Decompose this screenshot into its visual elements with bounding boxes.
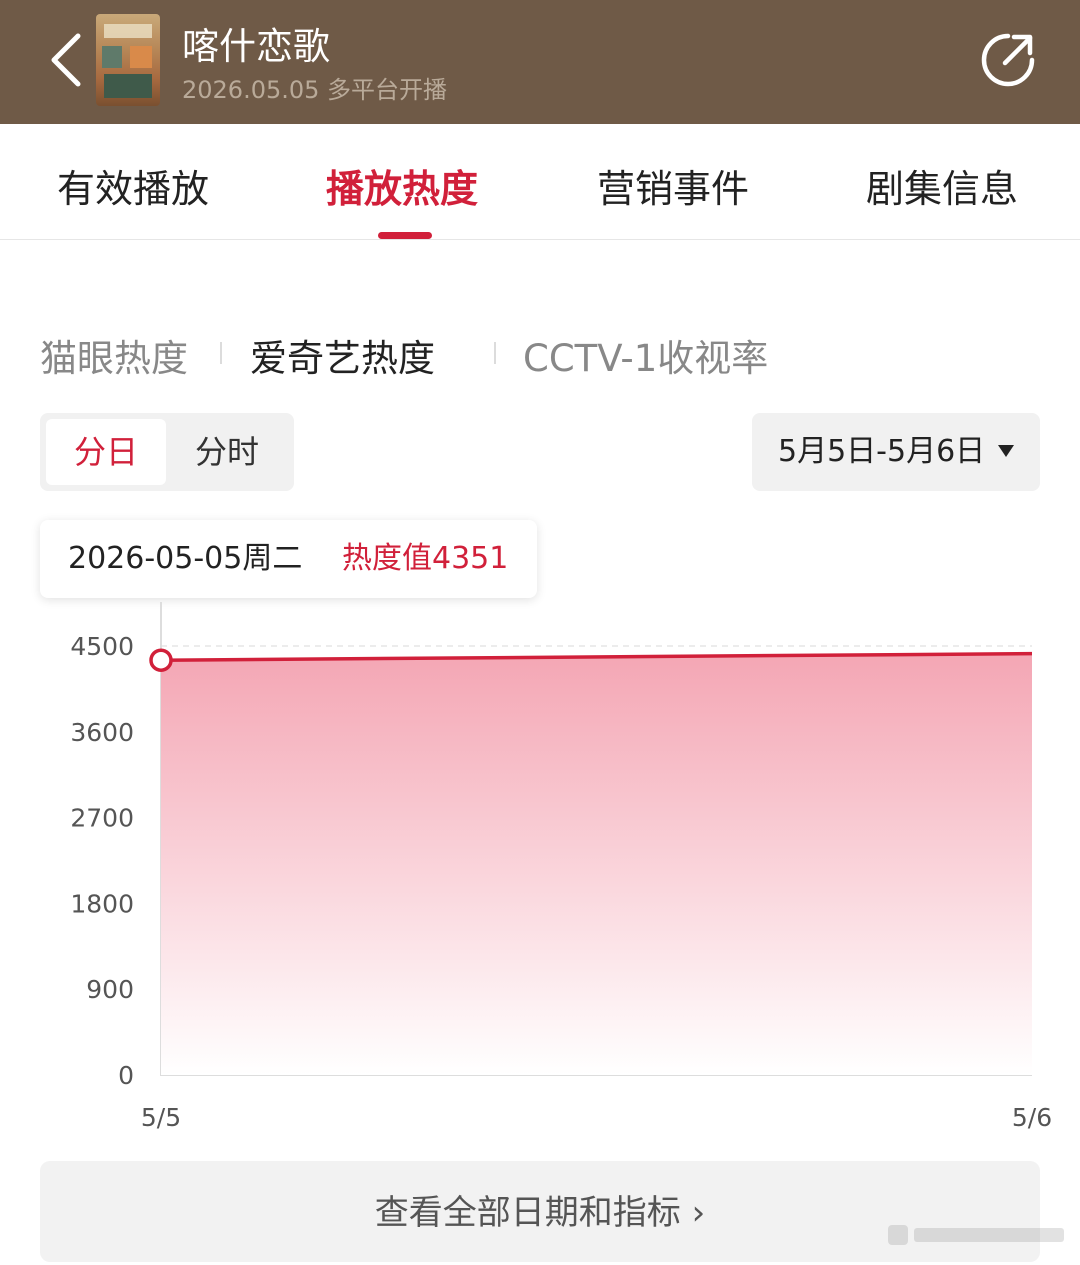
chevron-left-icon[interactable] [44,30,94,90]
subtab-iqiyi-heat[interactable]: 爱奇艺热度 [250,328,435,382]
watermark-logo [888,1225,1064,1245]
date-range-label: 5月5日-5月6日 [778,434,986,469]
source-tabs: 猫眼热度 爱奇艺热度 CCTV-1收视率 [0,328,1080,380]
heat-area-chart[interactable]: 0 900 1800 2700 3600 4500 5/5 5/6 [0,598,1080,1148]
caret-down-icon [998,445,1014,457]
daily-option[interactable]: 分日 [46,419,166,485]
y-tick-label: 0 [118,1061,134,1090]
main-tabs: 有效播放 播放热度 营销事件 剧集信息 [0,124,1080,240]
tab-marketing-events[interactable]: 营销事件 [597,158,749,213]
active-tab-indicator [378,232,432,239]
tooltip-value: 热度值4351 [342,541,509,576]
date-range-dropdown[interactable]: 5月5日-5月6日 [752,413,1040,491]
drama-title: 喀什恋歌 [182,25,330,68]
y-tick-label: 900 [86,975,134,1004]
chart-tooltip: 2026-05-05周二 热度值4351 [40,520,537,598]
subtab-maoyan-heat[interactable]: 猫眼热度 [40,328,188,382]
divider [220,342,222,364]
drama-poster[interactable] [96,14,160,106]
x-tick-label: 5/5 [141,1103,181,1132]
tab-play-heat[interactable]: 播放热度 [326,158,478,213]
view-all-dates-label: 查看全部日期和指标 › [374,1193,706,1233]
app-header: 喀什恋歌 2026.05.05 多平台开播 [0,0,1080,124]
share-icon[interactable] [978,30,1038,90]
tab-episode-info[interactable]: 剧集信息 [866,158,1018,213]
y-tick-label: 1800 [70,889,134,918]
subtab-cctv1-rating[interactable]: CCTV-1收视率 [523,328,768,382]
tab-effective-play[interactable]: 有效播放 [57,158,209,213]
drama-subtitle: 2026.05.05 多平台开播 [182,76,448,104]
tooltip-date: 2026-05-05周二 [68,541,303,576]
heat-area [161,653,1032,1075]
highlighted-data-point [149,648,173,672]
y-tick-label: 3600 [70,718,134,747]
y-tick-label: 4500 [70,632,134,661]
x-tick-label: 5/6 [1012,1103,1052,1132]
hourly-option[interactable]: 分时 [166,419,288,485]
divider [494,342,496,364]
y-tick-label: 2700 [70,804,134,833]
granularity-toggle: 分日 分时 [40,413,294,491]
